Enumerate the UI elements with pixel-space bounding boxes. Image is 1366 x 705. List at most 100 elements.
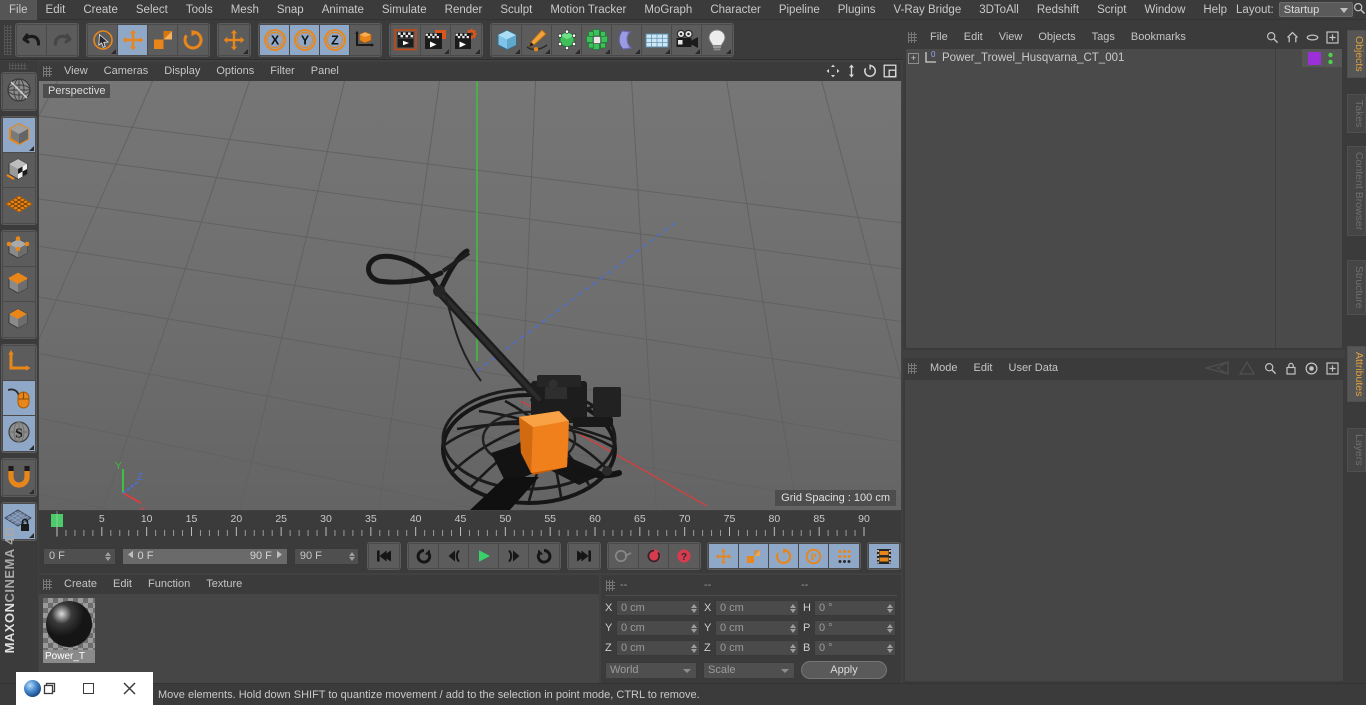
preview-range-bar[interactable]: 0 F 90 F (121, 547, 288, 565)
menu-snap[interactable]: Snap (268, 0, 313, 20)
render-to-picture-viewer-button[interactable] (421, 24, 451, 55)
rotation-channel-button[interactable] (769, 544, 799, 568)
object-menu-bookmarks[interactable]: Bookmarks (1123, 28, 1194, 47)
dolly-view-icon[interactable] (846, 64, 857, 81)
object-menu-tags[interactable]: Tags (1084, 28, 1123, 47)
search-icon[interactable] (1266, 31, 1279, 47)
range-left-arrow-icon[interactable] (126, 550, 135, 562)
tab-content-browser[interactable]: Content Browser (1347, 146, 1366, 237)
viewport-menu-grip[interactable] (43, 66, 52, 77)
rotation-field[interactable]: 0 ° (814, 640, 896, 656)
scale-tool[interactable] (148, 24, 178, 55)
object-menu-edit[interactable]: Edit (956, 28, 991, 47)
point-level-animation-button[interactable] (829, 544, 859, 568)
arrow-back-icon[interactable] (1203, 361, 1230, 378)
material-menu-function[interactable]: Function (140, 575, 198, 594)
lock-y-axis-button[interactable]: Y (290, 24, 320, 55)
menu-mograph[interactable]: MoGraph (635, 0, 701, 20)
size-stepper-icon[interactable] (788, 642, 797, 655)
object-menu-view[interactable]: View (991, 28, 1031, 47)
position-stepper-icon[interactable] (689, 622, 698, 635)
maximize-window-button[interactable] (83, 683, 94, 694)
menu-pipeline[interactable]: Pipeline (770, 0, 829, 20)
home-icon[interactable] (1286, 31, 1299, 47)
add-camera-button[interactable] (672, 24, 702, 55)
close-window-button[interactable] (122, 681, 137, 696)
viewport-menu-display[interactable]: Display (156, 62, 208, 81)
scale-channel-button[interactable] (739, 544, 769, 568)
make-editable-button[interactable] (3, 74, 35, 109)
search-icon[interactable] (1264, 362, 1277, 378)
attribute-menu-mode[interactable]: Mode (922, 359, 966, 378)
expand-object-icon[interactable]: + (908, 52, 919, 64)
frame-stepper-icon[interactable] (104, 550, 113, 563)
menu-script[interactable]: Script (1088, 0, 1135, 20)
rotation-field[interactable]: 0 ° (814, 620, 896, 636)
rotate-tool[interactable] (178, 24, 208, 55)
rotation-stepper-icon[interactable] (885, 602, 894, 615)
step-back-button[interactable] (439, 544, 469, 568)
position-field[interactable]: 0 cm (616, 620, 700, 636)
menu-animate[interactable]: Animate (313, 0, 373, 20)
add-scene-object-button[interactable] (642, 24, 672, 55)
menu-mesh[interactable]: Mesh (222, 0, 268, 20)
rotation-stepper-icon[interactable] (885, 642, 894, 655)
record-active-objects-button[interactable] (609, 544, 639, 568)
size-stepper-icon[interactable] (788, 602, 797, 615)
menu-simulate[interactable]: Simulate (373, 0, 436, 20)
timeline-toggle-button[interactable] (869, 544, 899, 568)
material-menu-edit[interactable]: Edit (105, 575, 140, 594)
go-to-start-button[interactable] (369, 544, 399, 568)
menu-file[interactable]: File (0, 0, 37, 20)
pan-view-icon[interactable] (826, 64, 840, 81)
texture-mode-button[interactable] (3, 153, 35, 188)
position-channel-button[interactable] (709, 544, 739, 568)
menu-v-ray-bridge[interactable]: V-Ray Bridge (884, 0, 970, 20)
menu-sculpt[interactable]: Sculpt (491, 0, 541, 20)
menu-redshift[interactable]: Redshift (1028, 0, 1088, 20)
previous-keyframe-button[interactable] (409, 544, 439, 568)
arrow-forward-icon[interactable] (1238, 360, 1256, 378)
tab-attributes[interactable]: Attributes (1347, 346, 1366, 403)
tab-structure[interactable]: Structure (1347, 260, 1366, 315)
object-menu-objects[interactable]: Objects (1030, 28, 1083, 47)
lock-icon[interactable] (1285, 362, 1297, 378)
go-to-end-button[interactable] (569, 544, 599, 568)
autokeying-button[interactable] (639, 544, 669, 568)
end-frame-stepper-icon[interactable] (347, 550, 356, 563)
material-list[interactable]: Power_T (39, 594, 599, 683)
world-object-coordinate-button[interactable] (350, 24, 380, 55)
workplane-mode-button[interactable] (3, 188, 35, 223)
size-field[interactable]: 0 cm (715, 620, 799, 636)
maximize-view-icon[interactable] (883, 64, 897, 81)
enable-axis-button[interactable] (3, 346, 35, 381)
next-keyframe-button[interactable] (529, 544, 559, 568)
menu-motion-tracker[interactable]: Motion Tracker (541, 0, 635, 20)
rotation-field[interactable]: 0 ° (814, 600, 896, 616)
live-selection-tool[interactable] (88, 24, 118, 55)
render-view-button[interactable] (391, 24, 421, 55)
magnet-tool-button[interactable] (3, 460, 35, 495)
menu-select[interactable]: Select (127, 0, 177, 20)
add-light-button[interactable] (702, 24, 732, 55)
restore-window-button[interactable] (43, 682, 56, 695)
object-row[interactable]: + 0 Power_Trowel_Husqvarna_CT_001 (906, 49, 1342, 67)
position-stepper-icon[interactable] (689, 602, 698, 615)
tab-objects[interactable]: Objects (1347, 30, 1366, 78)
viewport-menu-options[interactable]: Options (208, 62, 262, 81)
size-stepper-icon[interactable] (788, 622, 797, 635)
free-move-tool[interactable] (219, 24, 249, 55)
menu-tools[interactable]: Tools (177, 0, 222, 20)
step-forward-button[interactable] (499, 544, 529, 568)
add-spline-button[interactable] (522, 24, 552, 55)
timeline-ruler[interactable]: 051015202530354045505560657075808590 (39, 511, 901, 537)
range-right-arrow-icon[interactable] (275, 550, 284, 562)
coordinate-mode-dropdown[interactable]: Scale (703, 661, 795, 679)
add-generator-button[interactable] (552, 24, 582, 55)
material-menu-texture[interactable]: Texture (198, 575, 250, 594)
material-menu-create[interactable]: Create (56, 575, 105, 594)
undo-button[interactable] (17, 24, 47, 55)
target-icon[interactable] (1305, 361, 1318, 378)
attribute-menu-edit[interactable]: Edit (966, 359, 1001, 378)
menu-plugins[interactable]: Plugins (829, 0, 885, 20)
